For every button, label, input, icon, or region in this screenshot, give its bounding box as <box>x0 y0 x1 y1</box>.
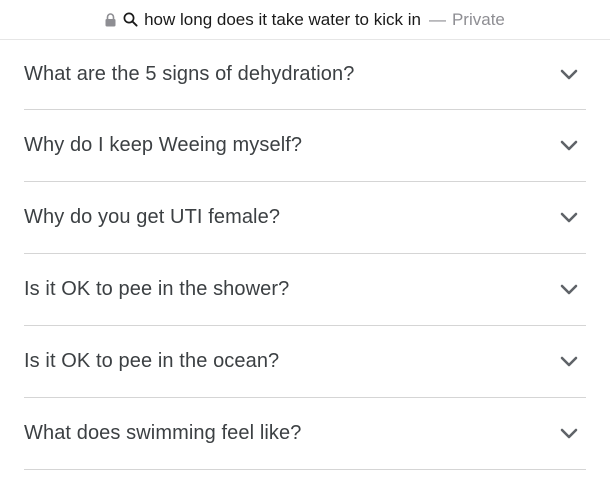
chevron-down-icon[interactable] <box>558 279 580 301</box>
search-query-text: how long does it take water to kick in <box>144 9 421 29</box>
faq-question: What does swimming feel like? <box>24 422 302 444</box>
faq-item[interactable]: Why do you get UTI female? <box>24 182 586 254</box>
chevron-down-icon[interactable] <box>558 351 580 373</box>
chevron-down-icon[interactable] <box>558 135 580 157</box>
private-mode-label: Private <box>451 9 505 29</box>
faq-item[interactable]: Why do I keep Weeing myself? <box>24 110 586 182</box>
faq-item[interactable]: Is it OK to pee in the shower? <box>24 254 586 326</box>
faq-item[interactable]: What are the 5 signs of dehydration? <box>24 40 586 110</box>
search-icon <box>123 12 138 27</box>
faq-question: What are the 5 signs of dehydration? <box>24 63 355 85</box>
faq-question: Is it OK to pee in the shower? <box>24 278 290 300</box>
faq-question: Why do you get UTI female? <box>24 206 281 228</box>
chevron-down-icon[interactable] <box>558 207 580 229</box>
faq-question: Why do I keep Weeing myself? <box>24 134 303 156</box>
chevron-down-icon[interactable] <box>558 423 580 445</box>
people-also-ask-list: What are the 5 signs of dehydration? Why… <box>24 40 586 470</box>
faq-question: Is it OK to pee in the ocean? <box>24 350 280 372</box>
address-bar[interactable]: how long does it take water to kick in —… <box>0 0 610 40</box>
chevron-down-icon[interactable] <box>558 64 580 86</box>
faq-item[interactable]: What does swimming feel like? <box>24 398 586 470</box>
lock-icon <box>105 12 116 27</box>
faq-item[interactable]: Is it OK to pee in the ocean? <box>24 326 586 398</box>
address-separator: — <box>428 9 446 29</box>
